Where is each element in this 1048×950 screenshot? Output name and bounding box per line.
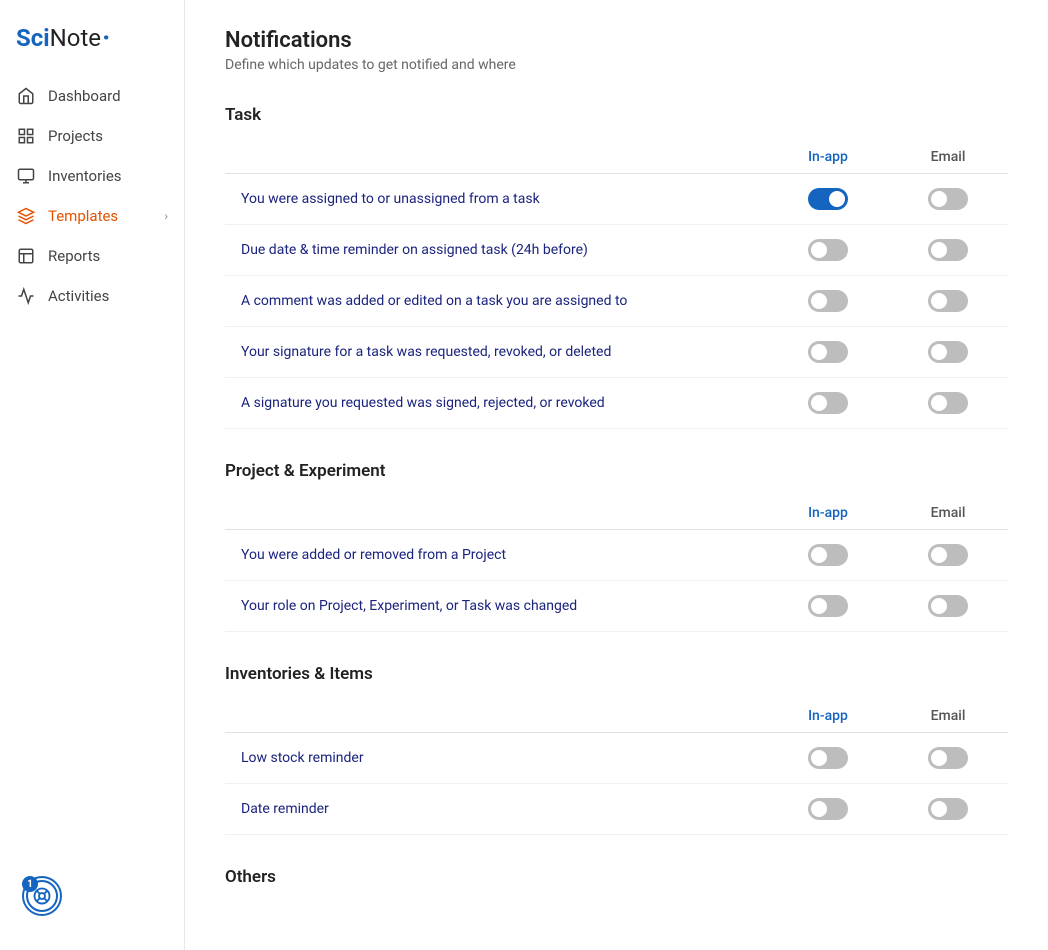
sidebar-item-label: Projects — [48, 127, 103, 145]
task-table: In-app Email You were assigned to or una… — [225, 141, 1008, 429]
table-row: Date reminder — [225, 784, 1008, 835]
section-others: Others — [225, 867, 1008, 887]
inapp-toggle-sig-requested[interactable] — [768, 327, 888, 378]
email-toggle-due-date[interactable] — [888, 225, 1008, 276]
row-label: A signature you requested was signed, re… — [225, 378, 768, 429]
sidebar-item-label: Activities — [48, 287, 109, 305]
sidebar: SciNote· Dashboard Projects Inventories … — [0, 0, 185, 950]
email-toggle-low-stock[interactable] — [888, 733, 1008, 784]
sidebar-item-label: Templates — [48, 207, 118, 225]
sidebar-item-inventories[interactable]: Inventories — [0, 156, 184, 196]
table-row: A comment was added or edited on a task … — [225, 276, 1008, 327]
sidebar-item-label: Inventories — [48, 167, 122, 185]
row-label: You were assigned to or unassigned from … — [225, 174, 768, 225]
logo: SciNote· — [0, 16, 184, 76]
row-label: Your signature for a task was requested,… — [225, 327, 768, 378]
section-inventories-items: Inventories & Items In-app Email Low sto… — [225, 664, 1008, 835]
table-row: A signature you requested was signed, re… — [225, 378, 1008, 429]
logo-sci: Sci — [16, 24, 50, 52]
logo-note: Note — [50, 24, 101, 52]
section-project-title: Project & Experiment — [225, 461, 1008, 481]
col-email-header-task: Email — [888, 141, 1008, 174]
support-button[interactable]: 1 — [24, 878, 60, 914]
email-toggle-assigned-task[interactable] — [888, 174, 1008, 225]
table-row: Due date & time reminder on assigned tas… — [225, 225, 1008, 276]
main-content: Notifications Define which updates to ge… — [185, 0, 1048, 950]
inapp-toggle-comment[interactable] — [768, 276, 888, 327]
sidebar-item-templates[interactable]: Templates › — [0, 196, 184, 236]
section-inventories-title: Inventories & Items — [225, 664, 1008, 684]
support-area: 1 — [0, 878, 184, 930]
sidebar-item-reports[interactable]: Reports — [0, 236, 184, 276]
email-toggle-added-project[interactable] — [888, 530, 1008, 581]
page-subtitle: Define which updates to get notified and… — [225, 57, 1008, 73]
table-row: You were added or removed from a Project — [225, 530, 1008, 581]
home-icon — [16, 86, 36, 106]
email-toggle-sig-signed[interactable] — [888, 378, 1008, 429]
col-email-header-inventories: Email — [888, 700, 1008, 733]
table-row: Your role on Project, Experiment, or Tas… — [225, 581, 1008, 632]
row-label: You were added or removed from a Project — [225, 530, 768, 581]
inapp-toggle-sig-signed[interactable] — [768, 378, 888, 429]
col-email-header-project: Email — [888, 497, 1008, 530]
col-label-header — [225, 497, 768, 530]
sidebar-item-projects[interactable]: Projects — [0, 116, 184, 156]
toggle-off-email-assigned-task[interactable] — [928, 188, 968, 210]
reports-icon — [16, 246, 36, 266]
table-row: Low stock reminder — [225, 733, 1008, 784]
projects-icon — [16, 126, 36, 146]
row-label: A comment was added or edited on a task … — [225, 276, 768, 327]
sidebar-item-label: Reports — [48, 247, 100, 265]
row-label: Your role on Project, Experiment, or Tas… — [225, 581, 768, 632]
table-row: Your signature for a task was requested,… — [225, 327, 1008, 378]
email-toggle-role-changed[interactable] — [888, 581, 1008, 632]
inapp-toggle-date-reminder[interactable] — [768, 784, 888, 835]
inapp-toggle-low-stock[interactable] — [768, 733, 888, 784]
toggle-on-assigned-task[interactable] — [808, 188, 848, 210]
col-label-header — [225, 141, 768, 174]
section-task-title: Task — [225, 105, 1008, 125]
inventories-icon — [16, 166, 36, 186]
row-label: Low stock reminder — [225, 733, 768, 784]
inapp-toggle-due-date[interactable] — [768, 225, 888, 276]
activities-icon — [16, 286, 36, 306]
inapp-toggle-assigned-task[interactable] — [768, 174, 888, 225]
templates-icon — [16, 206, 36, 226]
email-toggle-comment[interactable] — [888, 276, 1008, 327]
col-label-header — [225, 700, 768, 733]
sidebar-item-dashboard[interactable]: Dashboard — [0, 76, 184, 116]
inapp-toggle-role-changed[interactable] — [768, 581, 888, 632]
sidebar-item-activities[interactable]: Activities — [0, 276, 184, 316]
email-toggle-date-reminder[interactable] — [888, 784, 1008, 835]
sidebar-item-label: Dashboard — [48, 87, 121, 105]
row-label: Date reminder — [225, 784, 768, 835]
inapp-toggle-added-project[interactable] — [768, 530, 888, 581]
inventories-table: In-app Email Low stock reminder Date rem… — [225, 700, 1008, 835]
col-inapp-header-project: In-app — [768, 497, 888, 530]
support-badge: 1 — [22, 876, 38, 892]
email-toggle-sig-requested[interactable] — [888, 327, 1008, 378]
col-inapp-header-inventories: In-app — [768, 700, 888, 733]
col-inapp-header-task: In-app — [768, 141, 888, 174]
chevron-right-icon: › — [164, 209, 168, 223]
project-table: In-app Email You were added or removed f… — [225, 497, 1008, 632]
table-row: You were assigned to or unassigned from … — [225, 174, 1008, 225]
row-label: Due date & time reminder on assigned tas… — [225, 225, 768, 276]
section-project-experiment: Project & Experiment In-app Email You we… — [225, 461, 1008, 632]
logo-dot: · — [102, 24, 110, 52]
page-title: Notifications — [225, 28, 1008, 53]
section-task: Task In-app Email You were assigned to o… — [225, 105, 1008, 429]
section-others-title: Others — [225, 867, 1008, 887]
